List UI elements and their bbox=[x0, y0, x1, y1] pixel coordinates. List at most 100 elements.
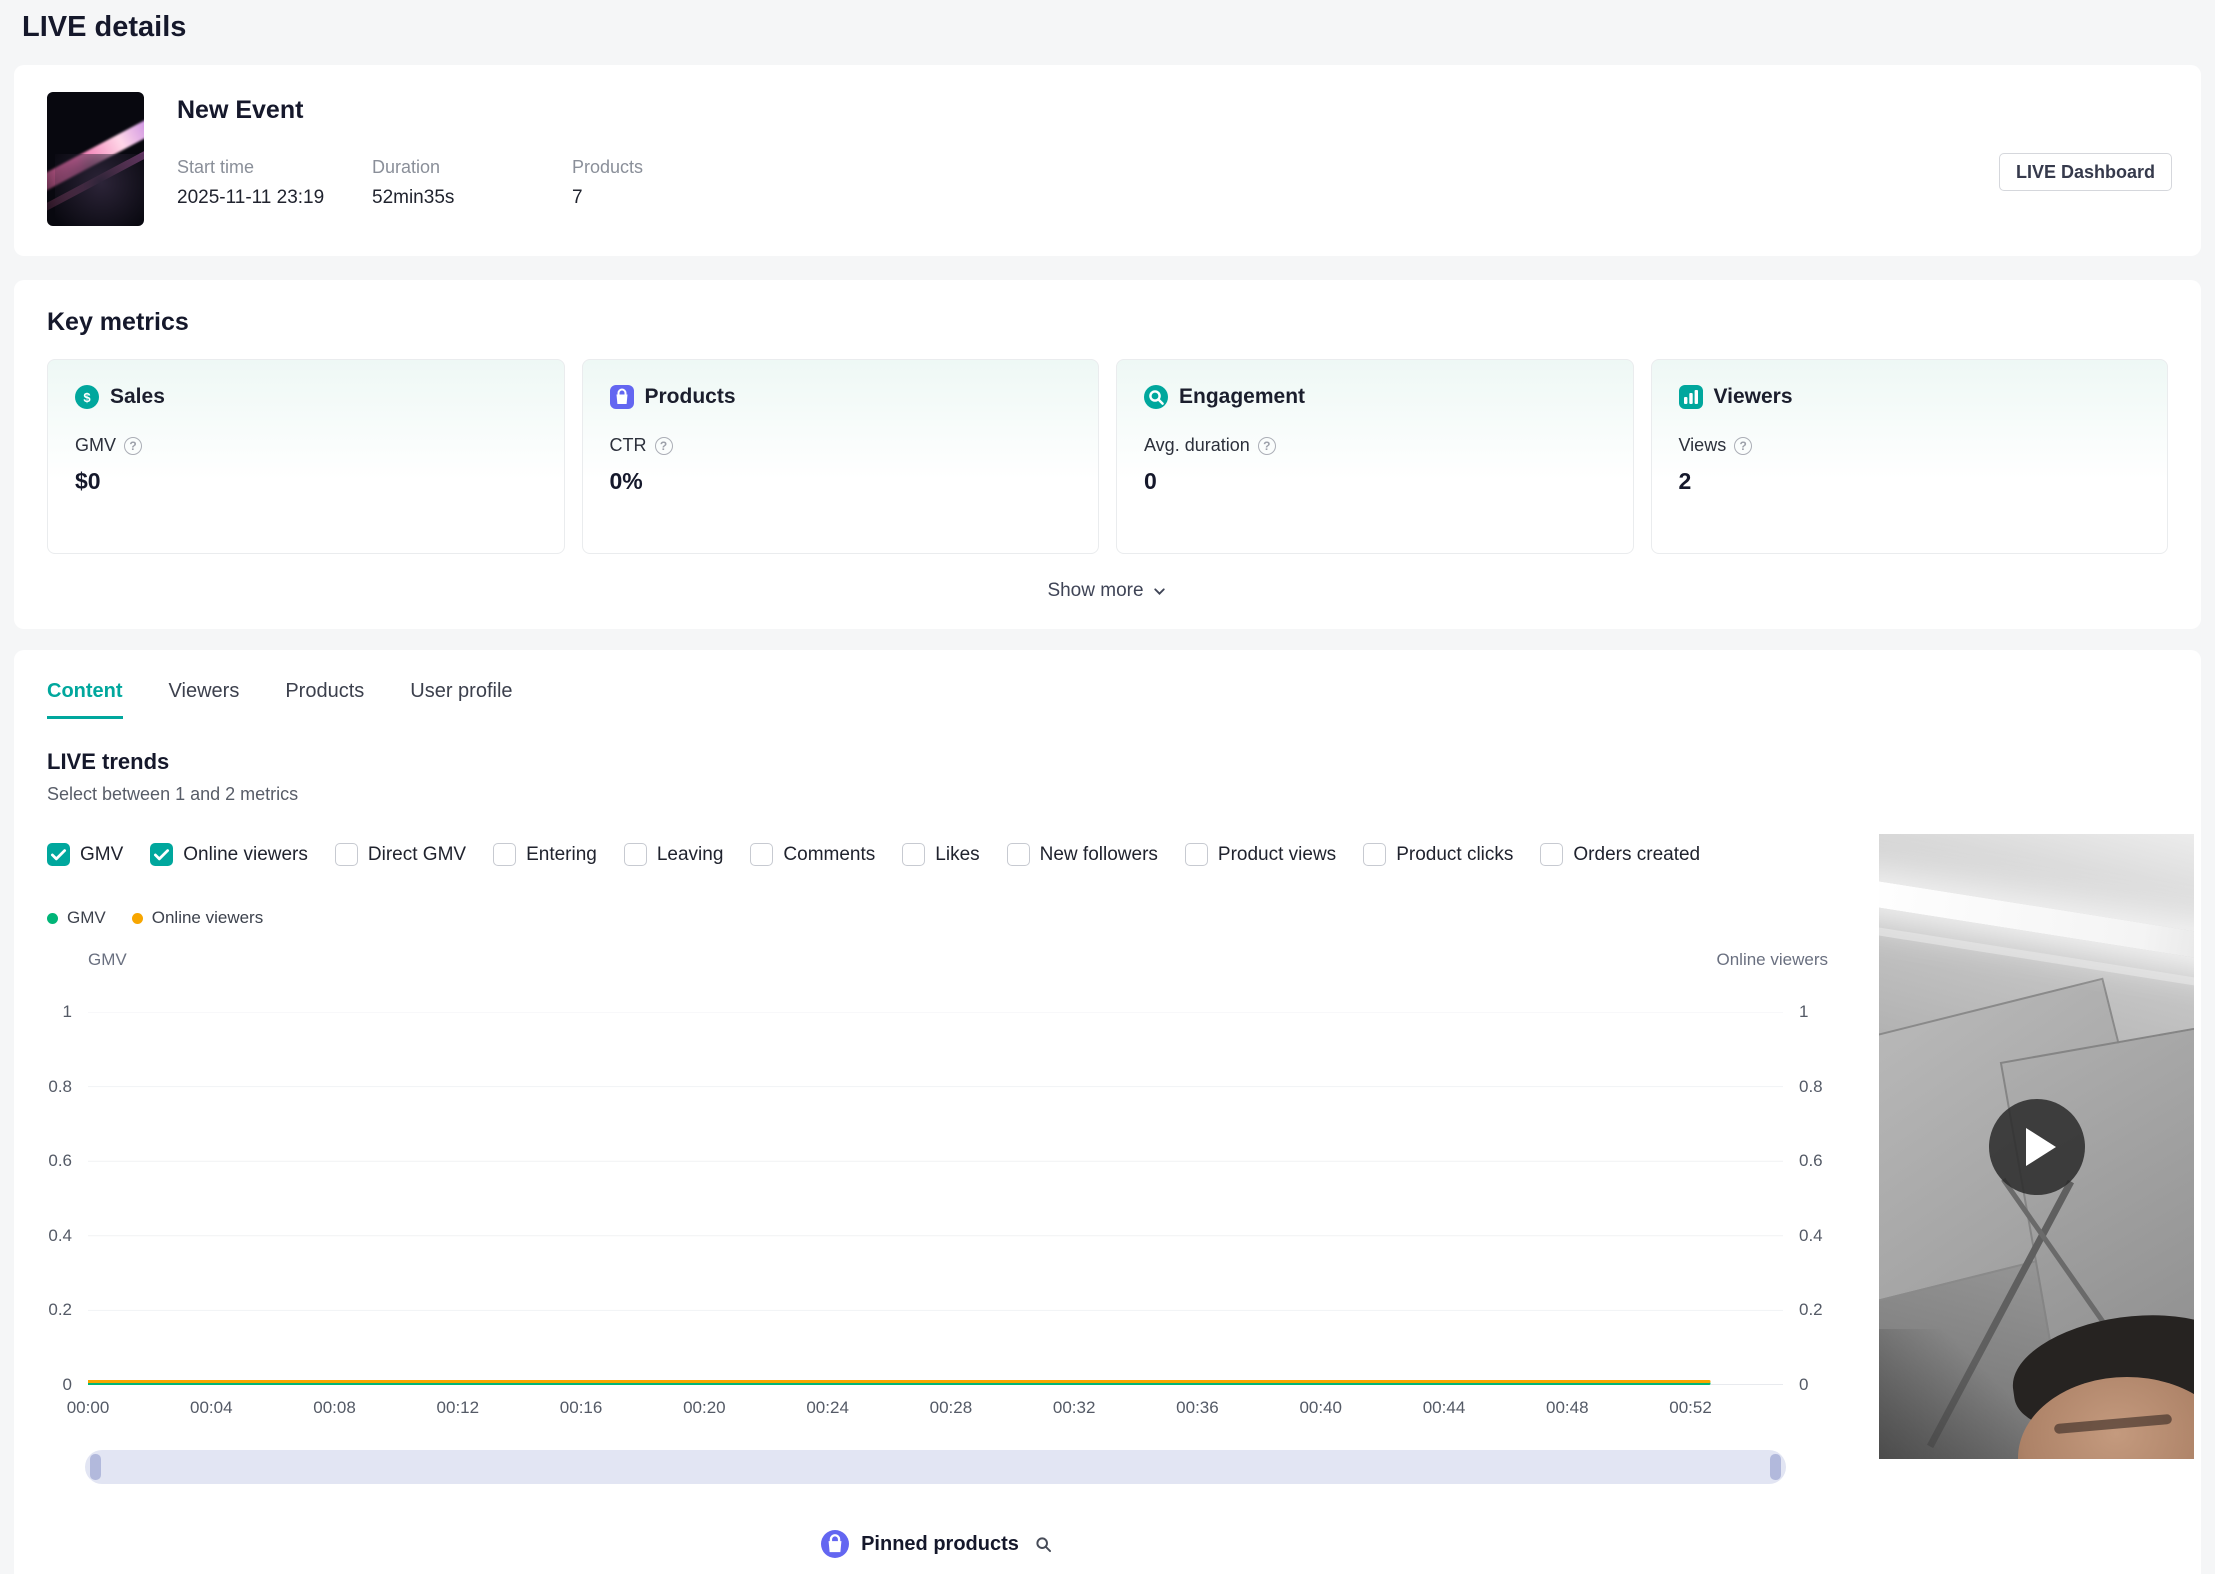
slider-handle-right[interactable] bbox=[1770, 1454, 1781, 1480]
metric-option-label: GMV bbox=[80, 843, 124, 865]
metric-name: Views bbox=[1678, 435, 1727, 455]
checkbox-unchecked[interactable] bbox=[1363, 843, 1387, 866]
x-axis-tick: 00:08 bbox=[313, 1398, 356, 1417]
key-metrics-title: Key metrics bbox=[47, 308, 189, 336]
chart-range-slider[interactable] bbox=[85, 1450, 1786, 1484]
checkbox-unchecked[interactable] bbox=[1184, 843, 1208, 866]
metric-option-label: Entering bbox=[526, 843, 597, 865]
pinned-products-icon bbox=[821, 1530, 850, 1558]
metric-option-product-views[interactable]: Product views bbox=[1184, 843, 1337, 866]
y-axis-tick-left: 0.4 bbox=[48, 1225, 72, 1245]
checkbox-unchecked[interactable] bbox=[1540, 843, 1564, 866]
chart-legend: GMV Online viewers bbox=[47, 908, 2168, 928]
live-replay-video-panel[interactable] bbox=[1879, 834, 2194, 1459]
metric-card-engagement: Engagement Avg. duration? 0 bbox=[1116, 359, 1634, 554]
show-more-button[interactable]: Show more bbox=[47, 580, 2168, 602]
metric-option-entering[interactable]: Entering bbox=[493, 843, 597, 866]
metric-option-leaving[interactable]: Leaving bbox=[623, 843, 724, 866]
y-axis-tick-right: 0.6 bbox=[1799, 1151, 1823, 1171]
checkbox-unchecked[interactable] bbox=[750, 843, 774, 866]
y-axis-tick-right: 0.2 bbox=[1799, 1300, 1823, 1320]
help-icon[interactable]: ? bbox=[124, 436, 143, 455]
live-dashboard-button[interactable]: LIVE Dashboard bbox=[1998, 153, 2172, 191]
metric-value: 2 bbox=[1678, 468, 1692, 494]
event-field-label: Duration bbox=[372, 157, 441, 177]
metric-card-title: Viewers bbox=[1713, 385, 1793, 408]
help-icon[interactable]: ? bbox=[1734, 436, 1753, 455]
metric-option-product-clicks[interactable]: Product clicks bbox=[1363, 843, 1513, 866]
x-axis-tick: 00:24 bbox=[806, 1398, 849, 1417]
metric-option-comments[interactable]: Comments bbox=[750, 843, 875, 866]
legend-label: GMV bbox=[67, 908, 106, 927]
x-axis-tick: 00:20 bbox=[683, 1398, 726, 1417]
x-axis-tick: 00:12 bbox=[436, 1398, 480, 1417]
checkbox-unchecked[interactable] bbox=[902, 843, 926, 866]
live-trends-subtitle: Select between 1 and 2 metrics bbox=[47, 784, 299, 804]
chevron-down-icon bbox=[1151, 583, 1168, 600]
help-icon[interactable]: ? bbox=[1257, 436, 1276, 455]
metric-card-viewers: Viewers Views? 2 bbox=[1650, 359, 2168, 554]
metric-card-sales: $ Sales GMV? $0 bbox=[47, 359, 565, 554]
y-axis-tick-right: 1 bbox=[1799, 1002, 1809, 1021]
help-icon[interactable]: ? bbox=[654, 436, 673, 455]
event-field-duration: Duration 52min35s bbox=[372, 157, 572, 209]
checkbox-unchecked[interactable] bbox=[493, 843, 517, 866]
checkbox-unchecked[interactable] bbox=[623, 843, 647, 866]
axis-titles: GMV Online viewers bbox=[47, 950, 1828, 970]
metric-option-gmv[interactable]: GMV bbox=[47, 843, 123, 866]
event-info: New Event Start time 2025-11-11 23:19 Dura… bbox=[177, 92, 643, 229]
metric-option-label: Leaving bbox=[656, 843, 724, 865]
metric-option-orders-created[interactable]: Orders created bbox=[1540, 843, 1700, 866]
tab-content[interactable]: Content bbox=[47, 680, 123, 719]
x-axis-tick: 00:04 bbox=[189, 1398, 233, 1417]
checkbox-unchecked[interactable] bbox=[1006, 843, 1030, 866]
left-axis-title: GMV bbox=[88, 950, 127, 969]
x-axis-tick: 00:40 bbox=[1299, 1398, 1342, 1417]
trend-plot-svg bbox=[86, 1011, 1783, 1386]
metric-card-header: $ Sales bbox=[75, 385, 537, 409]
metric-label: Views? bbox=[1679, 435, 2141, 456]
metric-option-label: Online viewers bbox=[183, 843, 308, 865]
live-trends-title: LIVE trends bbox=[47, 749, 170, 774]
legend-item-online-viewers: Online viewers bbox=[131, 908, 264, 928]
metric-option-online-viewers[interactable]: Online viewers bbox=[150, 843, 308, 866]
tab-viewers[interactable]: Viewers bbox=[169, 680, 240, 719]
search-icon[interactable] bbox=[1033, 1534, 1054, 1555]
x-axis-tick: 00:36 bbox=[1176, 1398, 1219, 1417]
metric-name: CTR bbox=[609, 435, 647, 455]
metric-option-label: Orders created bbox=[1573, 843, 1701, 865]
key-metrics-card: Key metrics $ Sales GMV? $0 Products CTR? 0% En… bbox=[14, 280, 2201, 629]
metric-value: $0 bbox=[75, 468, 101, 494]
sales-icon: $ bbox=[75, 385, 99, 409]
metric-option-new-followers[interactable]: New followers bbox=[1006, 843, 1158, 866]
x-axis-labels: 00:00 00:04 00:08 00:12 00:16 00:20 00:24 00:28… bbox=[67, 1398, 1783, 1422]
metric-option-direct-gmv[interactable]: Direct GMV bbox=[334, 843, 466, 866]
slider-handle-left[interactable] bbox=[90, 1454, 101, 1480]
checkbox-checked[interactable] bbox=[47, 843, 70, 866]
metric-option-label: Product views bbox=[1217, 843, 1337, 865]
metric-card-header: Products bbox=[609, 385, 1072, 409]
checkbox-unchecked[interactable] bbox=[334, 843, 358, 866]
y-axis-tick-left: 0.6 bbox=[48, 1151, 72, 1171]
y-axis-tick-left: 0.2 bbox=[48, 1300, 72, 1320]
metric-name: Avg. duration bbox=[1144, 435, 1250, 455]
event-field-start-time: Start time 2025-11-11 23:19 bbox=[177, 157, 372, 209]
viewers-icon bbox=[1678, 385, 1703, 409]
play-button[interactable] bbox=[1988, 1098, 2085, 1195]
legend-dot bbox=[47, 912, 58, 924]
products-icon bbox=[609, 385, 634, 409]
event-name: New Event bbox=[177, 96, 304, 124]
live-trends-chart: GMV Online viewers 0 0 0.2 0.2 0.4 0.4 0.6 0.6 0… bbox=[47, 950, 1828, 1484]
tab-products[interactable]: Products bbox=[285, 680, 364, 719]
legend-dot bbox=[131, 912, 143, 924]
event-fields: Start time 2025-11-11 23:19 Duration 52min3… bbox=[177, 157, 643, 209]
checkbox-checked[interactable] bbox=[150, 843, 174, 866]
tab-user-profile[interactable]: User profile bbox=[410, 680, 512, 719]
engagement-icon bbox=[1144, 385, 1168, 409]
metric-card-title: Products bbox=[644, 385, 736, 408]
legend-label: Online viewers bbox=[151, 908, 264, 927]
pinned-products-label: Pinned products bbox=[861, 1532, 1019, 1555]
metric-option-likes[interactable]: Likes bbox=[902, 843, 980, 866]
metric-card-title: Sales bbox=[110, 385, 165, 408]
show-more-label: Show more bbox=[1047, 580, 1144, 601]
